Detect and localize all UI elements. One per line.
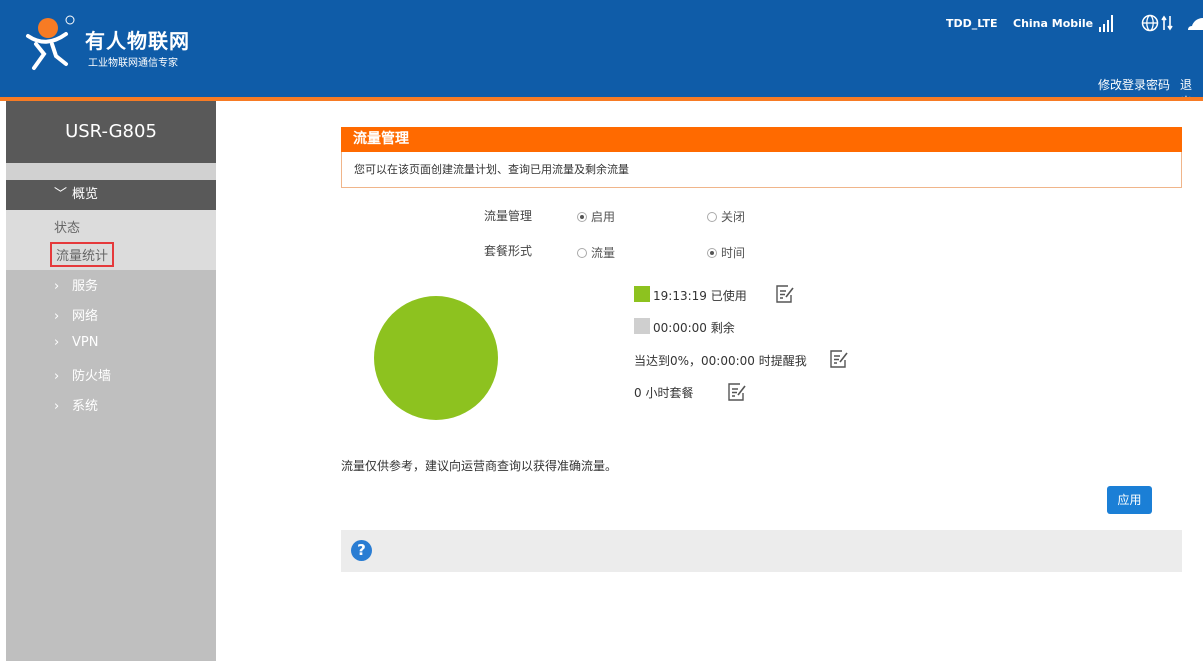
sidebar-item-firewall[interactable]: › 防火墙 <box>54 365 111 384</box>
chevron-right-icon: › <box>54 399 60 414</box>
radio-label: 时间 <box>721 246 746 260</box>
sidebar-item-label: 系统 <box>72 399 99 414</box>
plan-traffic-radio[interactable]: 流量 <box>577 244 615 261</box>
help-bar: ? <box>341 530 1182 572</box>
plan-text: 0 小时套餐 <box>634 386 694 400</box>
sidebar-item-label: 防火墙 <box>72 369 112 384</box>
sidebar-item-status[interactable]: 状态 <box>54 217 80 236</box>
apply-button[interactable]: 应用 <box>1107 486 1152 514</box>
pie-slice-used <box>374 296 498 420</box>
sidebar-group-overview[interactable]: ﹀ 概览 <box>6 180 216 210</box>
alert-text: 当达到0%，00:00:00 时提醒我 <box>634 354 807 368</box>
chevron-right-icon: › <box>54 309 60 324</box>
brand-name: 有人物联网 <box>85 29 190 53</box>
edit-icon[interactable] <box>727 382 747 402</box>
plan-type-label: 套餐形式 <box>484 244 533 258</box>
usage-pie-chart <box>374 296 498 420</box>
help-icon[interactable]: ? <box>351 540 372 561</box>
sidebar: USR-G805 ﹀ 概览 状态 流量统计 › 服务 › 网络 › VPN › 防火墙 … <box>6 101 216 661</box>
panel-description: 您可以在该页面创建流量计划、查询已用流量及剩余流量 <box>341 152 1182 188</box>
sidebar-item-vpn[interactable]: › VPN <box>54 335 98 350</box>
management-label: 流量管理 <box>484 209 533 223</box>
globe-icon <box>1141 14 1159 32</box>
remaining-text: 00:00:00 剩余 <box>653 321 735 335</box>
signal-strength-icon <box>1099 15 1113 32</box>
change-password-link[interactable]: 修改登录密码 <box>1098 76 1170 93</box>
radio-label: 流量 <box>591 246 616 260</box>
sidebar-item-label: 网络 <box>72 309 99 324</box>
plan-time-radio[interactable]: 时间 <box>707 244 745 261</box>
sidebar-submenu: 状态 流量统计 <box>6 210 216 270</box>
cloud-icon <box>1188 18 1203 30</box>
chevron-right-icon: › <box>54 279 60 294</box>
used-swatch <box>634 286 650 302</box>
chevron-down-icon: ﹀ <box>54 187 68 202</box>
radio-label: 启用 <box>591 210 616 224</box>
radio-indicator <box>577 211 587 222</box>
used-text: 19:13:19 已使用 <box>653 289 747 303</box>
management-enable-radio[interactable]: 启用 <box>577 208 615 225</box>
sidebar-group-label: 概览 <box>72 187 99 202</box>
carrier-name: China Mobile <box>1013 17 1094 30</box>
chevron-right-icon: › <box>54 335 60 350</box>
radio-indicator <box>577 247 587 258</box>
logout-link[interactable]: 退出 <box>1180 76 1203 110</box>
sidebar-spacer <box>6 163 216 180</box>
sidebar-item-label: VPN <box>72 335 99 350</box>
edit-icon[interactable] <box>829 349 849 369</box>
panel-title: 流量管理 <box>341 127 1182 152</box>
remaining-swatch <box>634 318 650 334</box>
management-disable-radio[interactable]: 关闭 <box>707 208 745 225</box>
sidebar-item-network[interactable]: › 网络 <box>54 305 98 324</box>
sidebar-item-traffic-stats[interactable]: 流量统计 <box>50 242 115 267</box>
sidebar-item-label: 服务 <box>72 279 99 294</box>
sidebar-item-services[interactable]: › 服务 <box>54 275 98 294</box>
data-transfer-icon <box>1161 15 1173 31</box>
reference-note: 流量仅供参考，建议向运营商查询以获得准确流量。 <box>341 459 618 473</box>
radio-indicator <box>707 247 717 258</box>
top-header: 有人物联网 工业物联网通信专家 TDD_LTE China Mobile 修改登… <box>0 0 1203 109</box>
device-model: USR-G805 <box>6 101 216 163</box>
logo-icon <box>26 15 75 70</box>
edit-icon[interactable] <box>775 284 795 304</box>
radio-label: 关闭 <box>721 210 746 224</box>
network-type: TDD_LTE <box>946 17 998 30</box>
chevron-right-icon: › <box>54 369 60 384</box>
brand-subtitle: 工业物联网通信专家 <box>88 58 178 69</box>
sidebar-item-system[interactable]: › 系统 <box>54 395 98 414</box>
radio-indicator <box>707 211 717 222</box>
